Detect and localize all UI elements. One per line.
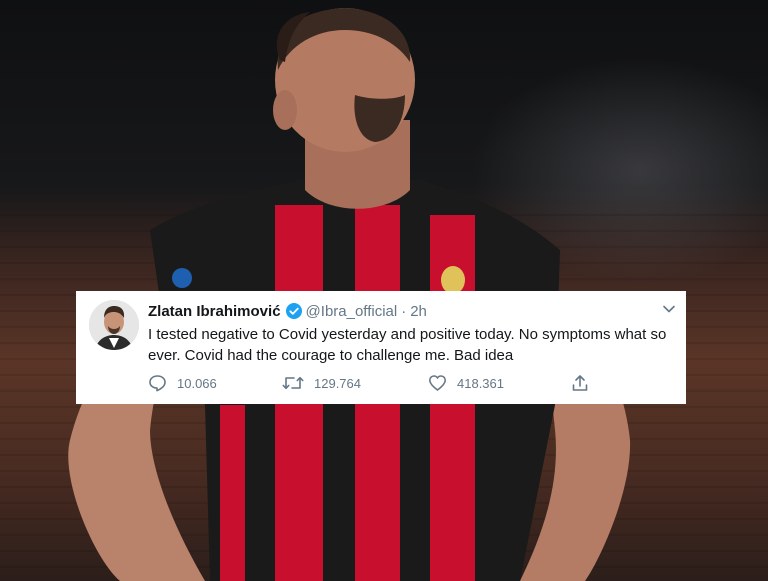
verified-badge-icon: [285, 303, 302, 319]
share-button[interactable]: [571, 374, 589, 392]
tweet-card[interactable]: Zlatan Ibrahimović @Ibra_official · 2h I…: [76, 291, 686, 404]
tweet-actions: 10.066 129.764 418.361: [148, 374, 598, 394]
avatar-portrait-icon: [89, 300, 139, 350]
retweet-icon: [282, 376, 304, 390]
share-icon: [572, 375, 588, 391]
avatar[interactable]: [89, 300, 139, 350]
reply-icon: [149, 375, 166, 392]
chevron-down-icon[interactable]: [661, 301, 677, 317]
like-icon: [429, 375, 446, 391]
tweet-text: I tested negative to Covid yesterday and…: [148, 326, 667, 364]
tweet-header: Zlatan Ibrahimović @Ibra_official · 2h: [148, 301, 427, 321]
like-count: 418.361: [457, 375, 504, 391]
reply-button[interactable]: 10.066: [148, 374, 217, 392]
author-handle[interactable]: @Ibra_official: [306, 303, 398, 320]
retweet-count: 129.764: [314, 375, 361, 391]
separator-dot: ·: [401, 302, 407, 320]
tweet-timestamp[interactable]: 2h: [410, 303, 427, 320]
reply-count: 10.066: [177, 375, 217, 391]
retweet-button[interactable]: 129.764: [282, 374, 361, 392]
like-button[interactable]: 418.361: [428, 374, 504, 392]
author-name[interactable]: Zlatan Ibrahimović: [148, 303, 281, 320]
